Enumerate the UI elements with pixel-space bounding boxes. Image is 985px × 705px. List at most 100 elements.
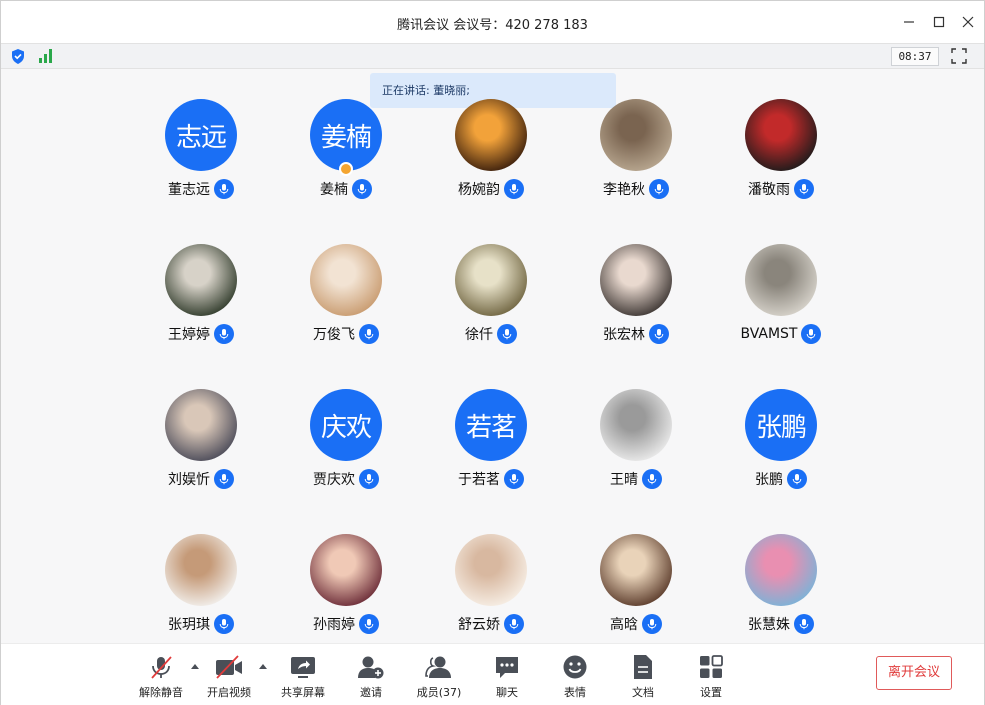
avatar [165, 534, 237, 606]
participant-name-row: 张鹏 [711, 469, 851, 489]
mic-icon [801, 324, 822, 344]
participant-tile[interactable]: 潘敬雨 [711, 99, 851, 229]
participant-name-row: 于若茗 [421, 469, 561, 489]
documents-button[interactable]: 文档 [610, 652, 676, 700]
invite-label: 邀请 [360, 686, 382, 699]
avatar [165, 389, 237, 461]
avatar [600, 99, 672, 171]
avatar [310, 244, 382, 316]
participant-tile[interactable]: 李艳秋 [566, 99, 706, 229]
participant-tile[interactable]: 若茗于若茗 [421, 389, 561, 519]
participant-name: 张玥琪 [168, 617, 210, 633]
chat-icon [492, 652, 522, 681]
participant-tile[interactable]: 张鹏 张鹏 [711, 389, 851, 519]
participant-tile[interactable]: 王晴 [566, 389, 706, 519]
participant-name: 舒云娇 [458, 617, 500, 633]
participant-tile[interactable]: BVAMST [711, 244, 851, 374]
avatar-initials: 志远 [175, 122, 227, 153]
minimize-icon [904, 21, 914, 23]
members-icon [424, 652, 454, 681]
invite-button[interactable]: 邀请 [338, 652, 404, 700]
mic-icon [359, 469, 379, 489]
participant-name: 王晴 [610, 472, 638, 488]
mic-icon [642, 614, 662, 634]
avatar [310, 534, 382, 606]
participant-name-row: 张宏林 [566, 324, 706, 344]
mic-icon [214, 324, 234, 344]
participant-tile[interactable]: 庆欢 贾庆欢 [276, 389, 416, 519]
participant-name-row: 李艳秋 [566, 179, 706, 199]
participant-tile[interactable]: 徐仟 [421, 244, 561, 374]
settings-label: 设置 [700, 686, 722, 699]
participant-tile[interactable]: 志远 董志远 [131, 99, 271, 229]
mic-icon [504, 179, 524, 199]
participant-name-row: 徐仟 [421, 324, 561, 344]
network-signal-icon[interactable] [38, 48, 54, 68]
minimize-button[interactable] [899, 12, 919, 32]
title-bar: 腾讯会议 会议号：420 278 183 [1, 1, 984, 43]
avatar: 庆欢 [310, 389, 382, 461]
mic-icon [214, 469, 234, 489]
avatar-initials: 若茗 [465, 412, 517, 443]
mic-icon [642, 469, 662, 489]
participant-tile[interactable]: 杨婉韵 [421, 99, 561, 229]
participant-name-row: 董志远 [131, 179, 271, 199]
mic-icon [649, 179, 669, 199]
mic-icon [504, 614, 524, 634]
start-video-label: 开启视频 [207, 686, 251, 699]
participant-tile[interactable]: 张宏林 [566, 244, 706, 374]
emoji-label: 表情 [564, 686, 586, 699]
participant-name: BVAMST [740, 326, 798, 342]
video-options-caret-icon[interactable] [258, 662, 268, 672]
avatar [455, 244, 527, 316]
mic-icon [352, 179, 372, 199]
share-screen-label: 共享屏幕 [281, 686, 325, 699]
participant-name: 潘敬雨 [748, 182, 790, 198]
mic-icon [787, 469, 807, 489]
participant-tile[interactable]: 万俊飞 [276, 244, 416, 374]
share-screen-button[interactable]: 共享屏幕 [270, 652, 336, 700]
participant-name: 杨婉韵 [458, 182, 500, 198]
documents-label: 文档 [632, 686, 654, 699]
participant-name-row: 万俊飞 [276, 324, 416, 344]
maximize-button[interactable] [929, 12, 949, 32]
participant-name-row: 王晴 [566, 469, 706, 489]
avatar [745, 534, 817, 606]
start-video-button[interactable]: 开启视频 [196, 652, 262, 700]
avatar-initials: 张鹏 [755, 412, 807, 443]
close-button[interactable] [958, 12, 978, 32]
video-off-icon [214, 652, 244, 681]
security-shield-icon[interactable] [10, 48, 26, 69]
avatar [600, 534, 672, 606]
share-screen-icon [288, 652, 318, 681]
mic-icon [649, 324, 669, 344]
members-button[interactable]: 成员(37) [406, 652, 472, 700]
fullscreen-button[interactable] [951, 48, 967, 68]
unmute-button[interactable]: 解除静音 [128, 652, 194, 700]
participant-name: 徐仟 [465, 327, 493, 343]
participant-tile[interactable]: 刘娱忻 [131, 389, 271, 519]
window-title: 腾讯会议 会议号：420 278 183 [397, 18, 588, 33]
chat-label: 聊天 [496, 686, 518, 699]
settings-button[interactable]: 设置 [678, 652, 744, 700]
emoji-button[interactable]: 表情 [542, 652, 608, 700]
participant-name-row: 舒云娇 [421, 614, 561, 634]
participant-name-row: 潘敬雨 [711, 179, 851, 199]
participant-tile[interactable]: 王婷婷 [131, 244, 271, 374]
participant-name: 张宏林 [603, 327, 645, 343]
participant-name-row: 贾庆欢 [276, 469, 416, 489]
avatar: 若茗 [455, 389, 527, 461]
mic-icon [359, 614, 379, 634]
mic-icon [504, 469, 524, 489]
participant-name: 姜楠 [320, 182, 348, 198]
chat-button[interactable]: 聊天 [474, 652, 540, 700]
participant-name: 于若茗 [458, 472, 500, 488]
participant-name: 万俊飞 [313, 327, 355, 343]
avatar [745, 244, 817, 316]
participant-tile[interactable]: 姜楠 姜楠 [276, 99, 416, 229]
participant-name: 张慧姝 [748, 617, 790, 633]
leave-meeting-button[interactable]: 离开会议 [876, 656, 952, 690]
document-icon [628, 652, 658, 681]
participant-name: 高晗 [610, 617, 638, 633]
participant-name-row: 姜楠 [276, 179, 416, 199]
